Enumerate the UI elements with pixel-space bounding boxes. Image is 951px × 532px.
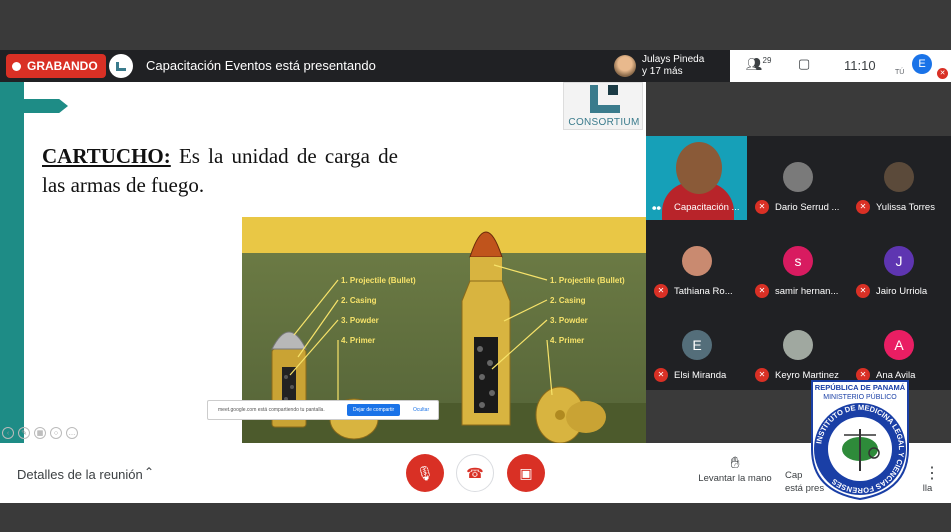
meeting-info-bar: 👥︎29 ▢ 11:10 TÚ E ✕ [730,50,951,82]
raise-hand-button[interactable]: ✋︎ Levantar la mano [696,455,774,484]
participant-name: Jairo Urriola [876,286,928,297]
zoom-icon[interactable]: ○ [50,427,62,439]
label-casing-left: 2. Casing [341,296,377,305]
participant-tile[interactable]: ✕ Keyro Martinez [747,304,848,388]
recording-badge: GRABANDO [6,54,106,78]
seal-subtitle: MINISTERIO PÚBLICO [823,392,897,401]
stop-sharing-button[interactable]: Dejar de compartir [347,404,401,416]
mic-off-icon: ✕ [856,200,870,214]
participant-tile-presenter[interactable]: ⦁⦁ Capacitación ... [646,136,747,220]
mic-off-icon: ✕ [937,68,948,79]
share-notice-text: meet.google.com está compartiendo tu pan… [218,407,325,413]
chat-icon: ▢ [798,56,811,71]
more-options-button[interactable]: ⋮ [924,463,940,483]
presenter-avatar [109,54,133,78]
clock: 11:10 [844,58,876,73]
slide-accent-arrow [24,99,68,113]
participants-line-2: y 17 más [642,66,683,77]
consortium-logo: CONSORTIUM [563,82,643,130]
audio-wave-icon: ⦁⦁ [652,202,662,212]
prev-slide-icon[interactable]: ‹ [2,427,14,439]
avatar [783,330,813,360]
more-icon[interactable]: … [66,427,78,439]
mic-toggle-button[interactable]: 🎙︎ [406,454,444,492]
label-projectile-left: 1. Projectile (Bullet) [341,276,416,285]
mic-off-icon: 🎙︎ [416,464,434,481]
camera-off-icon: ▣ [519,464,533,481]
mic-off-icon: ✕ [755,284,769,298]
recording-label: GRABANDO [27,59,98,73]
participant-name: Yulissa Torres [876,202,935,213]
slide-definition: CARTUCHO: Es la unidad de carga de las a… [42,142,398,200]
mic-off-icon: ✕ [654,284,668,298]
avatar [783,162,813,192]
participant-name: Dario Serrud ... [775,202,840,213]
meet-window: GRABANDO Capacitación Eventos está prese… [0,0,951,532]
mic-off-icon: ✕ [654,368,668,382]
hide-button[interactable]: Ocultar [413,407,429,413]
label-projectile-right: 1. Projectile (Bullet) [550,276,625,285]
raise-hand-label: Levantar la mano [698,473,772,484]
shared-slide: CONSORTIUM CARTUCHO: Es la unidad de car… [0,82,646,443]
participant-video [676,142,722,194]
slide-accent-bar [0,82,24,443]
participants-summary[interactable]: Julays Pineda y 17 más [614,50,714,82]
participant-tile[interactable]: ✕ Tathiana Ro... [646,220,747,304]
participants-line-1: Julays Pineda [642,54,705,65]
institute-seal: REPÚBLICA DE PANAMÁ MINISTERIO PÚBLICO I… [811,380,909,501]
avatar: A [884,330,914,360]
slide-toolbar: ‹ ✎ ▦ ○ … [2,427,78,441]
participant-tile[interactable]: s ✕ samir hernan... [747,220,848,304]
meeting-details-button[interactable]: Detalles de la reunión [17,467,143,482]
participant-tile[interactable]: J ✕ Jairo Urriola [848,220,949,304]
self-label: TÚ [895,69,905,76]
participant-grid: ⦁⦁ Capacitación ... ✕ Dario Serrud ... ✕… [646,136,951,390]
consortium-logo-text: CONSORTIUM [568,117,640,128]
chevron-up-icon[interactable]: ⌃ [144,465,154,479]
participant-tile[interactable]: A ✕ Ana Avila [848,304,949,388]
consortium-mark-icon [590,85,620,113]
mic-off-icon: ✕ [755,368,769,382]
slide-keyword: CARTUCHO: [42,144,171,168]
people-count: 29 [762,56,772,65]
people-button[interactable]: 👥︎29 [746,56,771,72]
avatar [682,246,712,276]
hang-up-icon: ☎︎ [466,464,484,481]
present-label: Cap [785,470,803,481]
participant-name: Capacitación ... [674,202,740,213]
avatar: E [682,330,712,360]
chat-button[interactable]: ▢ [798,56,810,72]
participant-name: Tathiana Ro... [674,286,733,297]
avatar: J [884,246,914,276]
screen-share-notice: meet.google.com está compartiendo tu pan… [207,400,439,420]
presenting-text: Capacitación Eventos está presentando [146,58,376,73]
participant-name: Elsi Miranda [674,370,727,381]
avatar [614,55,636,77]
participant-tile[interactable]: E ✕ Elsi Miranda [646,304,747,388]
participant-tile[interactable]: ✕ Dario Serrud ... [747,136,848,220]
label-primer-left: 4. Primer [341,336,376,345]
avatar: s [783,246,813,276]
pen-icon[interactable]: ✎ [18,427,30,439]
mic-off-icon: ✕ [856,284,870,298]
self-avatar[interactable]: E [912,54,932,74]
participant-name: samir hernan... [775,286,839,297]
participant-tile[interactable]: ✕ Yulissa Torres [848,136,949,220]
leave-call-button[interactable]: ☎︎ [456,454,494,492]
present-label-3: lla [922,483,933,494]
hand-icon: ✋︎ [730,455,740,472]
mic-off-icon: ✕ [755,200,769,214]
seal-title: REPÚBLICA DE PANAMÁ [815,383,906,392]
label-powder-right: 3. Powder [550,316,588,325]
label-powder-left: 3. Powder [341,316,379,325]
avatar [884,162,914,192]
label-primer-right: 4. Primer [550,336,585,345]
camera-toggle-button[interactable]: ▣ [507,454,545,492]
grid-icon[interactable]: ▦ [34,427,46,439]
record-dot-icon [12,61,21,71]
label-casing-right: 2. Casing [550,296,586,305]
people-icon: 👥︎ [746,56,763,72]
